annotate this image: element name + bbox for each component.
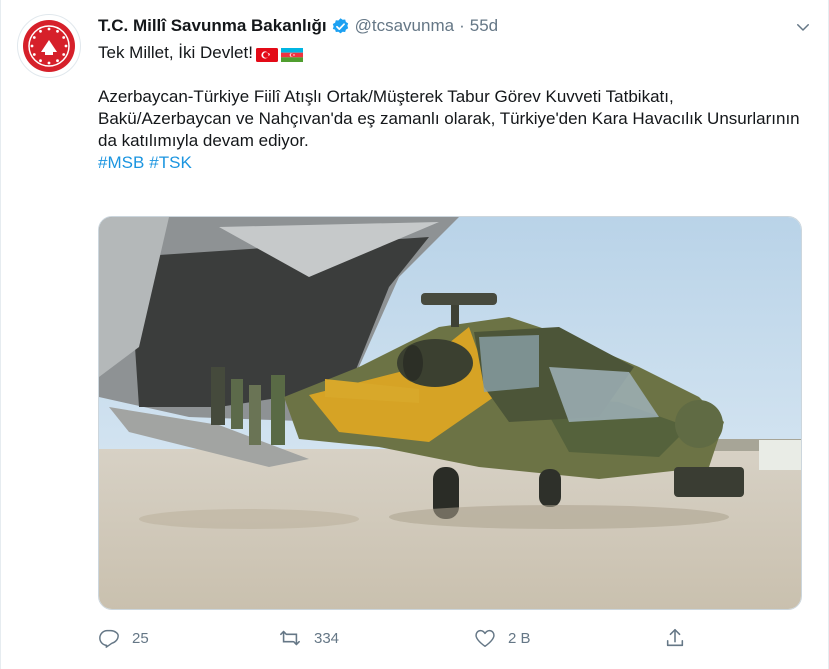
hashtag-tsk[interactable]: #TSK — [149, 153, 192, 172]
reply-button[interactable]: 25 — [98, 624, 149, 652]
tweet-media-video[interactable] — [98, 216, 802, 610]
hashtag-msb[interactable]: #MSB — [98, 153, 144, 172]
verified-badge-icon — [331, 17, 350, 36]
like-button[interactable]: 2 B — [474, 624, 531, 652]
like-count: 2 B — [508, 629, 531, 647]
tweet-card[interactable]: T.C. Millî Savunma Bakanlığı @tcsavunma … — [0, 0, 829, 669]
more-options-chevron-down-icon[interactable] — [790, 14, 816, 40]
subline-text: Tek Millet, İki Devlet! — [98, 43, 253, 62]
tweet-subline: Tek Millet, İki Devlet! — [98, 42, 808, 64]
turkey-flag-icon — [255, 46, 278, 62]
user-handle[interactable]: @tcsavunma — [355, 16, 454, 36]
separator-dot: · — [459, 16, 465, 35]
avatar[interactable] — [17, 14, 81, 78]
heart-icon — [475, 629, 495, 647]
retweet-count: 334 — [314, 629, 340, 647]
reply-count: 25 — [132, 629, 149, 647]
tweet-content: T.C. Millî Savunma Bakanlığı @tcsavunma … — [98, 14, 808, 174]
azerbaijan-flag-icon — [280, 46, 303, 62]
tweet-actions: 25 334 2 B — [98, 624, 798, 652]
tweet-text: Azerbaycan-Türkiye Fiilî Atışlı Ortak/Mü… — [98, 87, 800, 150]
display-name[interactable]: T.C. Millî Savunma Bakanlığı — [98, 16, 327, 36]
retweet-button[interactable]: 334 — [278, 624, 339, 652]
tweet-timestamp[interactable]: 55d — [470, 16, 498, 36]
share-icon — [666, 628, 684, 647]
retweet-icon — [280, 630, 300, 646]
tweet-hashtags: #MSB #TSK — [98, 152, 808, 174]
helicopter-scene-image — [99, 217, 801, 609]
tweet-header: T.C. Millî Savunma Bakanlığı @tcsavunma … — [98, 14, 808, 38]
ministry-emblem-icon — [23, 20, 75, 72]
share-button[interactable] — [664, 624, 686, 652]
reply-icon — [99, 629, 119, 648]
